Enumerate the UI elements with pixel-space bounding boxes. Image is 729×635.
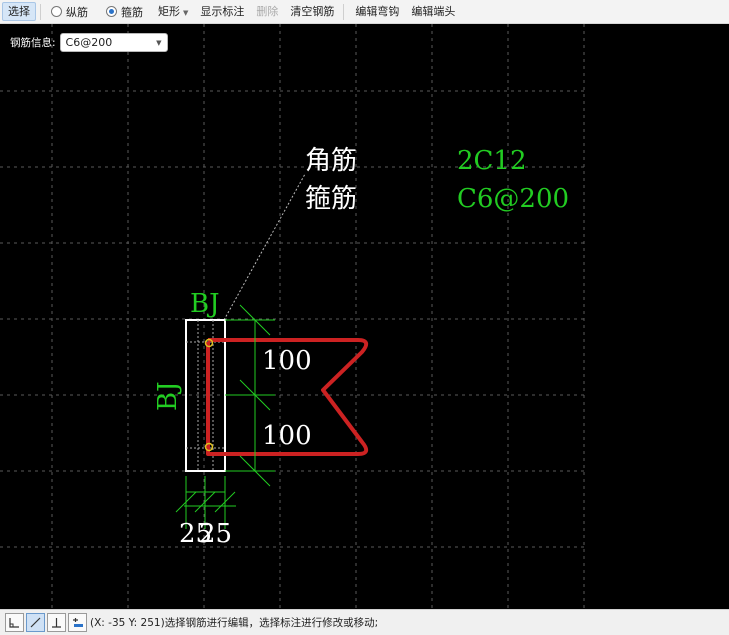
- corner-rebar-label[interactable]: 角筋: [305, 146, 357, 176]
- rebar-info-label: 钢筋信息:: [10, 37, 56, 49]
- edit-end-button[interactable]: 编辑端头: [406, 2, 460, 21]
- drawing-svg: 角筋 箍筋 2C12 C6@200 100 100 25 25 BJ BJ: [0, 24, 585, 609]
- corner-rebar-value[interactable]: 2C12: [457, 146, 527, 176]
- edit-hook-button[interactable]: 编辑弯钩: [350, 2, 404, 21]
- status-coordinates: (X: -35 Y: 251): [90, 616, 165, 629]
- status-message: 选择钢筋进行编辑，选择标注进行修改或移动;: [164, 617, 379, 629]
- shape-dropdown-label: 矩形: [158, 5, 180, 18]
- radio-checked-icon: [106, 6, 117, 17]
- toolbar-separator: [40, 3, 41, 20]
- longitudinal-label: 纵筋: [66, 5, 88, 19]
- dimension-left-label[interactable]: BJ: [153, 381, 183, 411]
- stirrup-label: 箍筋: [121, 5, 143, 19]
- leader-line: [223, 173, 306, 321]
- toolbar: 选择 纵筋 箍筋 矩形 ▼ 显示标注 删除 清空钢筋 编辑弯钩 编辑端头: [0, 0, 729, 24]
- line-snap-button[interactable]: [26, 613, 45, 632]
- longitudinal-radio[interactable]: 纵筋: [47, 4, 92, 20]
- stirrup-radio[interactable]: 箍筋: [102, 4, 147, 20]
- radio-unchecked-icon: [51, 6, 62, 17]
- delete-button[interactable]: 删除: [251, 2, 283, 21]
- perpendicular-icon: [52, 618, 61, 628]
- diagonal-line-icon: [30, 617, 41, 628]
- caret-down-icon: ▼: [156, 38, 162, 47]
- rebar-info-value: C6@200: [65, 36, 113, 49]
- dimension-bottom-2[interactable]: 25: [199, 519, 232, 549]
- dimension-top-label[interactable]: BJ: [190, 289, 220, 319]
- stirrup-rebar-value[interactable]: C6@200: [457, 184, 569, 214]
- rebar-info-combo[interactable]: C6@200 ▼: [59, 33, 168, 52]
- ortho-icon: [9, 618, 19, 628]
- parallel-icon: [73, 618, 83, 627]
- vertical-dimension: [225, 304, 275, 487]
- show-annotation-button[interactable]: 显示标注: [195, 2, 249, 21]
- caret-down-icon: ▼: [183, 9, 189, 17]
- clear-rebar-button[interactable]: 清空钢筋: [285, 2, 339, 21]
- drawing-canvas[interactable]: 钢筋信息: C6@200 ▼ 角筋 箍筋 2C12 C6@200 100 100…: [0, 24, 729, 609]
- status-bar: (X: -35 Y: 251) 选择钢筋进行编辑，选择标注进行修改或移动;: [0, 609, 729, 635]
- toolbar-separator: [343, 3, 345, 20]
- parallel-snap-button[interactable]: [68, 613, 87, 632]
- grid: [0, 24, 585, 609]
- shape-dropdown[interactable]: 矩形 ▼: [153, 2, 193, 21]
- dimension-upper[interactable]: 100: [262, 346, 312, 376]
- stirrup-rebar-label[interactable]: 箍筋: [305, 184, 357, 214]
- rebar-info: 钢筋信息: C6@200 ▼: [10, 33, 168, 52]
- select-button[interactable]: 选择: [2, 2, 36, 21]
- perpendicular-snap-button[interactable]: [47, 613, 66, 632]
- ortho-snap-button[interactable]: [5, 613, 24, 632]
- dimension-lower[interactable]: 100: [262, 421, 312, 451]
